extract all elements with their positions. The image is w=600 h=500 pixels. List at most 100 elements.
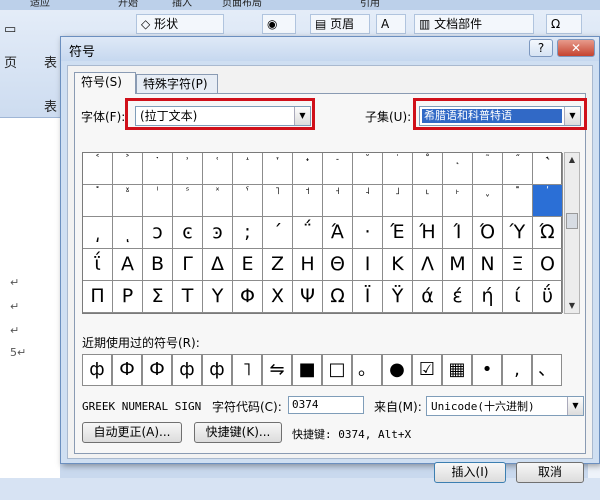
symbol-cell[interactable]: ˭ — [503, 185, 533, 217]
tab-symbols[interactable]: 符号(S) — [74, 72, 136, 94]
symbol-cell[interactable]: · — [353, 217, 383, 249]
symbol-cell[interactable]: ͽ — [203, 217, 233, 249]
symbol-cell[interactable]: Ν — [473, 249, 503, 281]
symbol-cell[interactable]: ˥ — [263, 185, 293, 217]
symbol-cell[interactable]: Δ — [203, 249, 233, 281]
clip-art-button[interactable]: ◉ — [262, 14, 296, 34]
symbol-cell[interactable]: Ϊ — [353, 281, 383, 313]
symbol-cell[interactable]: Ξ — [503, 249, 533, 281]
symbol-cell[interactable]: ά — [413, 281, 443, 313]
symbol-cell[interactable]: ή — [473, 281, 503, 313]
insert-button[interactable]: 插入(I) — [434, 462, 506, 483]
dialog-titlebar[interactable]: 符号 ? ✕ — [61, 37, 599, 61]
shortcut-key-button[interactable]: 快捷键(K)... — [194, 422, 282, 443]
symbol-cell[interactable]: Γ — [173, 249, 203, 281]
close-button[interactable]: ✕ — [557, 39, 595, 57]
doc-parts-button[interactable]: ▥ 文档部件 — [414, 14, 534, 34]
symbol-cell[interactable]: ˗ — [323, 153, 353, 185]
symbol-cell[interactable]: Ι — [353, 249, 383, 281]
symbol-cell[interactable]: ˡ — [143, 185, 173, 217]
symbol-cell[interactable]: ˒ — [173, 153, 203, 185]
symbol-cell[interactable]: ˨ — [353, 185, 383, 217]
scroll-up-icon[interactable]: ▲ — [565, 153, 579, 167]
symbol-cell[interactable]: Σ — [143, 281, 173, 313]
from-dropdown[interactable]: Unicode(十六进制) ▼ — [426, 396, 584, 416]
symbol-cell[interactable]: Χ — [263, 281, 293, 313]
scroll-thumb[interactable] — [566, 213, 578, 229]
symbol-cell[interactable]: Τ — [173, 281, 203, 313]
symbol-cell[interactable]: ΄ — [263, 217, 293, 249]
symbol-cell[interactable]: ˜ — [473, 153, 503, 185]
scroll-down-icon[interactable]: ▼ — [565, 299, 579, 313]
symbol-cell[interactable]: ͺ — [113, 217, 143, 249]
symbol-cell[interactable]: ; — [233, 217, 263, 249]
symbol-cell[interactable]: Ω — [323, 281, 353, 313]
symbol-cell[interactable]: ˢ — [173, 185, 203, 217]
symbol-cell[interactable]: ˟ — [83, 185, 113, 217]
page-group-label[interactable]: 页 — [4, 52, 17, 71]
symbol-cell[interactable]: ͻ — [143, 217, 173, 249]
table-button-label[interactable]: 表 — [44, 52, 57, 71]
symbol-cell[interactable]: ͵ — [83, 217, 113, 249]
symbol-ribbon-button[interactable]: Ω — [546, 14, 582, 34]
symbol-cell[interactable]: Θ — [323, 249, 353, 281]
symbol-cell[interactable]: Ό — [473, 217, 503, 249]
symbol-cell[interactable]: ˣ — [203, 185, 233, 217]
recent-symbol-cell[interactable]: ф — [202, 354, 232, 386]
symbol-cell[interactable]: ʹ — [533, 185, 563, 217]
symbol-cell[interactable]: ˑ — [143, 153, 173, 185]
shapes-button[interactable]: ◇ 形状 — [136, 14, 224, 34]
recent-symbol-cell[interactable]: ■ — [292, 354, 322, 386]
symbol-cell[interactable]: ˔ — [233, 153, 263, 185]
document-area[interactable]: ↵ ↵ ↵ 5↵ — [0, 118, 60, 500]
chevron-down-icon[interactable]: ▼ — [567, 397, 583, 415]
symbol-cell[interactable]: Ρ — [113, 281, 143, 313]
symbol-cell[interactable]: ˧ — [323, 185, 353, 217]
recent-symbol-cell[interactable]: ● — [382, 354, 412, 386]
symbol-cell[interactable]: Έ — [383, 217, 413, 249]
symbol-cell[interactable]: Ο — [533, 249, 563, 281]
symbol-cell[interactable]: ˞ — [533, 153, 563, 185]
recent-symbol-cell[interactable]: 、 — [532, 354, 562, 386]
symbol-grid-scrollbar[interactable]: ▲ ▼ — [564, 152, 580, 314]
symbol-cell[interactable]: Ύ — [503, 217, 533, 249]
symbol-cell[interactable]: ˬ — [473, 185, 503, 217]
ribbon-tab[interactable]: 适应 — [30, 0, 50, 10]
recent-symbol-cell[interactable]: ˥ — [232, 354, 262, 386]
symbol-cell[interactable]: Ε — [233, 249, 263, 281]
symbol-cell[interactable]: έ — [443, 281, 473, 313]
recent-symbol-cell[interactable]: Ф — [112, 354, 142, 386]
symbol-cell[interactable]: ˠ — [113, 185, 143, 217]
symbol-cell[interactable]: Η — [293, 249, 323, 281]
tab-special-characters[interactable]: 特殊字符(P) — [136, 74, 218, 94]
symbol-cell[interactable]: ˝ — [503, 153, 533, 185]
recent-symbol-cell[interactable]: , — [502, 354, 532, 386]
page-button-icon[interactable]: ▭ — [4, 22, 16, 37]
symbol-cell[interactable]: Ώ — [533, 217, 563, 249]
symbol-cell[interactable]: Π — [83, 281, 113, 313]
symbol-cell[interactable]: ˪ — [413, 185, 443, 217]
ribbon-tab[interactable]: 插入 — [172, 0, 192, 10]
autocorrect-button[interactable]: 自动更正(A)... — [82, 422, 182, 443]
symbol-cell[interactable]: ˩ — [383, 185, 413, 217]
symbol-cell[interactable]: Β — [143, 249, 173, 281]
text-box-button[interactable]: A — [376, 14, 406, 34]
recent-symbol-cell[interactable]: ▦ — [442, 354, 472, 386]
symbol-cell[interactable]: Φ — [233, 281, 263, 313]
help-button[interactable]: ? — [529, 39, 553, 57]
symbol-cell[interactable]: ˤ — [233, 185, 263, 217]
symbol-cell[interactable]: ΐ — [83, 249, 113, 281]
symbol-cell[interactable]: ί — [503, 281, 533, 313]
ribbon-tab[interactable]: 页面布局 — [222, 0, 262, 10]
symbol-cell[interactable]: ˙ — [383, 153, 413, 185]
char-code-field[interactable]: 0374 — [288, 396, 364, 414]
recent-symbol-cell[interactable]: • — [472, 354, 502, 386]
symbol-cell[interactable]: Ή — [413, 217, 443, 249]
symbol-cell[interactable]: ˃ — [113, 153, 143, 185]
symbol-cell[interactable]: Ά — [323, 217, 353, 249]
symbol-cell[interactable]: ˘ — [353, 153, 383, 185]
recent-symbol-cell[interactable]: ф — [172, 354, 202, 386]
symbol-cell[interactable]: Υ — [203, 281, 233, 313]
recent-symbol-cell[interactable]: ф — [82, 354, 112, 386]
ribbon-tab[interactable]: 引用 — [360, 0, 380, 10]
